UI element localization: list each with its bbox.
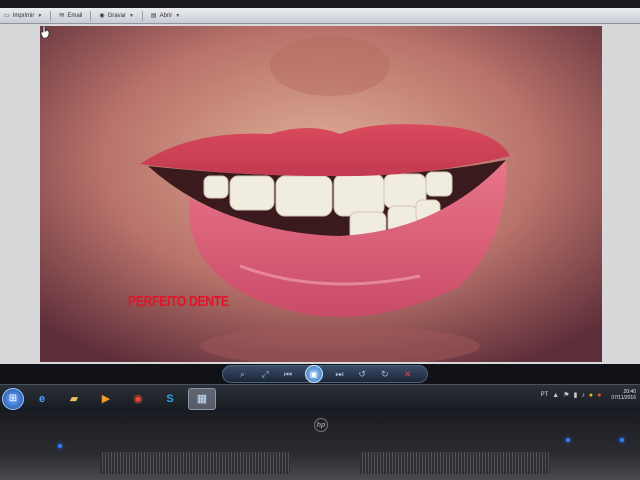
photo-overlay-caption: PERFEITO DENTE: [128, 293, 229, 310]
chevron-down-icon: ▼: [37, 12, 43, 19]
photo-viewer-canvas: PERFEITO DENTE: [0, 24, 640, 364]
rotate-left-icon[interactable]: ↺: [356, 368, 368, 380]
displayed-photo: PERFEITO DENTE: [40, 26, 602, 362]
taskbar-photo-viewer[interactable]: ▦: [188, 387, 216, 410]
taskbar-skype[interactable]: S: [156, 388, 184, 410]
menu-divider: [90, 10, 92, 21]
search-zoom-icon[interactable]: ⌕: [236, 368, 248, 380]
viewer-controls-strip: ⌕ ⤢ ⏮ ▣ ⏭ ↺ ↻ ✕: [0, 364, 640, 384]
language-indicator[interactable]: PT: [541, 392, 549, 398]
internet-explorer-icon: e: [38, 392, 46, 405]
menu-print-label: Imprimir: [12, 12, 35, 19]
menu-email[interactable]: ✉ Email: [57, 12, 84, 20]
laptop-bezel-bottom: hp: [0, 412, 640, 480]
system-clock[interactable]: 20:40 07/11/2016: [611, 389, 636, 401]
menu-email-label: Email: [67, 12, 83, 19]
speaker-grille-left: [100, 452, 290, 474]
photo-viewer-icon: ▦: [196, 393, 208, 405]
print-icon: ▭: [4, 13, 10, 19]
status-led: [566, 438, 570, 442]
chrome-icon: ◉: [133, 393, 143, 405]
slideshow-play-icon[interactable]: ▣: [304, 365, 323, 383]
menu-open[interactable]: ▤ Abrir ▼: [149, 12, 182, 20]
speaker-grille-right: [360, 452, 550, 474]
folder-icon: ▰: [69, 393, 79, 405]
photo-lips-illustration: [40, 26, 602, 362]
menu-divider: [141, 10, 143, 21]
laptop-bezel-top: [0, 0, 640, 8]
hand-cursor-icon: [40, 26, 50, 38]
rotate-right-icon[interactable]: ↻: [379, 368, 391, 380]
chevron-down-icon: ▼: [128, 12, 134, 19]
brand-logo: hp: [314, 418, 328, 432]
start-button[interactable]: ⊞: [2, 387, 24, 410]
burn-icon: ◉: [99, 13, 105, 19]
battery-icon[interactable]: ●: [589, 392, 593, 399]
taskbar-internet-explorer[interactable]: e: [28, 388, 56, 410]
status-led: [58, 444, 62, 448]
menu-divider: [50, 10, 52, 21]
clock-date: 07/11/2016: [611, 395, 636, 401]
fit-window-icon[interactable]: ⤢: [259, 368, 271, 380]
viewer-control-bar: ⌕ ⤢ ⏮ ▣ ⏭ ↺ ↻ ✕: [222, 365, 428, 383]
chevron-down-icon: ▼: [175, 12, 181, 19]
status-led: [620, 438, 624, 442]
skype-icon: S: [166, 392, 174, 405]
delete-icon[interactable]: ✕: [402, 368, 414, 380]
taskbar-media-player[interactable]: ▶: [92, 388, 120, 410]
flag-icon[interactable]: ⚑: [563, 391, 569, 399]
email-icon: ✉: [59, 13, 65, 19]
taskbar-file-explorer[interactable]: ▰: [60, 388, 88, 410]
windows-taskbar: ⊞ e ▰ ▶ ◉ S ▦ PT ▲ ⚑ ▮ ♪ ● ● 20:40 07/11…: [0, 384, 640, 412]
antivirus-icon[interactable]: ●: [597, 392, 601, 399]
menu-open-label: Abrir: [159, 12, 173, 19]
menu-print[interactable]: ▭ Imprimir ▼: [2, 12, 44, 20]
windows-logo-icon: ⊞: [8, 393, 18, 404]
viewer-menu-bar: ▭ Imprimir ▼ ✉ Email ◉ Gravar ▼ ▤ Abrir …: [0, 8, 640, 24]
previous-icon[interactable]: ⏮: [282, 368, 294, 380]
volume-icon[interactable]: ♪: [581, 392, 585, 399]
open-icon: ▤: [150, 13, 157, 19]
system-tray: PT ▲ ⚑ ▮ ♪ ● ● 20:40 07/11/2016: [541, 389, 636, 401]
network-icon[interactable]: ▮: [574, 391, 578, 399]
next-icon[interactable]: ⏭: [333, 368, 345, 380]
taskbar-chrome[interactable]: ◉: [124, 388, 152, 410]
media-player-icon: ▶: [101, 393, 111, 405]
laptop-screen: ▭ Imprimir ▼ ✉ Email ◉ Gravar ▼ ▤ Abrir …: [0, 8, 640, 412]
tray-expand-icon[interactable]: ▲: [552, 392, 559, 399]
menu-burn-label: Gravar: [107, 12, 126, 19]
menu-burn[interactable]: ◉ Gravar ▼: [97, 12, 136, 20]
